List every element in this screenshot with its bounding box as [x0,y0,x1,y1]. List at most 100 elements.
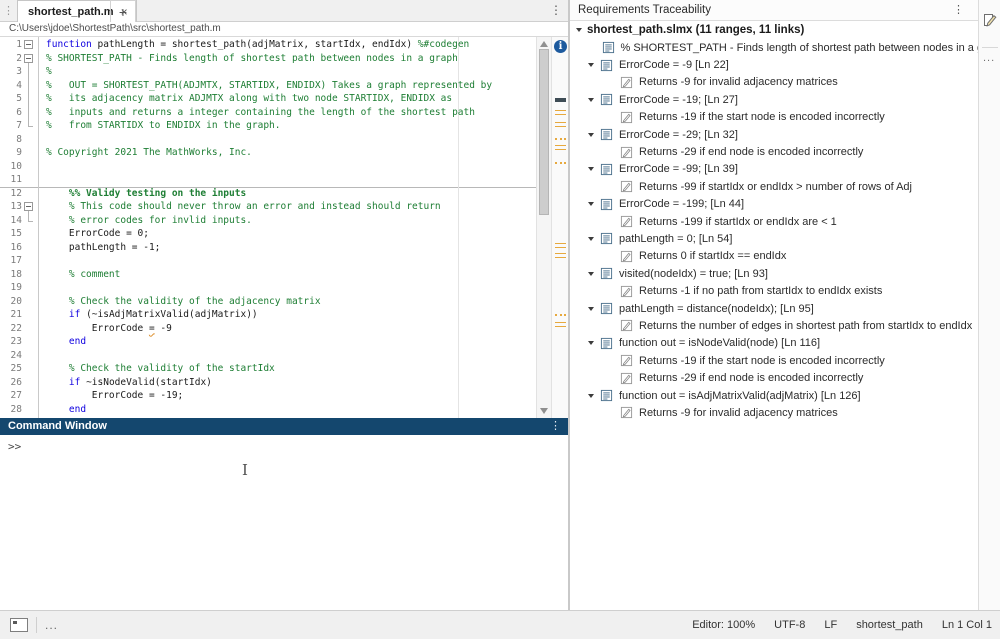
new-tab-button[interactable]: + [110,0,136,22]
line-number[interactable]: 1 [0,38,22,52]
tree-range-row[interactable]: pathLength = 0; [Ln 54] [570,230,978,247]
tree-root-row[interactable]: shortest_path.slmx (11 ranges, 11 links) [570,21,978,39]
code-line[interactable]: if (~isAdjMatrixValid(adjMatrix)) [46,308,492,322]
tree-range-row[interactable]: ErrorCode = -99; [Ln 39] [570,161,978,178]
code-line[interactable]: % inputs and returns a integer containin… [46,106,492,120]
tree-range-row[interactable]: function out = isNodeValid(node) [Ln 116… [570,335,978,352]
command-window-menu-icon[interactable]: ⋮ [550,418,561,435]
line-number[interactable]: 5 [0,92,22,106]
line-number[interactable]: 13 [0,200,22,214]
message-marker-warning[interactable] [555,253,566,258]
line-number[interactable]: 7 [0,119,22,133]
collapse-arrow-icon[interactable] [576,28,582,32]
tree-link-row[interactable]: Returns -29 if end node is encoded incor… [570,143,978,160]
line-number[interactable]: 25 [0,362,22,376]
code-line[interactable]: % SHORTEST_PATH - Finds length of shorte… [46,52,492,66]
code-line[interactable]: % from STARTIDX to ENDIDX in the graph. [46,119,492,133]
message-indicator-bar[interactable]: i [551,37,568,418]
editor-menu-icon[interactable]: ⋮ [550,3,562,17]
message-marker-warning[interactable] [555,136,566,140]
line-number[interactable]: 2 [0,52,22,66]
message-marker-warning[interactable] [555,160,566,164]
tree-range-row[interactable]: ErrorCode = -29; [Ln 32] [570,126,978,143]
editor-scrollbar[interactable] [536,37,551,418]
tree-range-row[interactable]: % SHORTEST_PATH - Finds length of shorte… [570,39,978,56]
collapse-arrow-icon[interactable] [588,307,594,311]
code-line[interactable] [46,133,492,147]
tree-link-row[interactable]: Returns -9 for invalid adjacency matrice… [570,74,978,91]
code-line[interactable]: % Copyright 2021 The MathWorks, Inc. [46,146,492,160]
tab-overflow-icon[interactable]: ⋮ [3,3,14,19]
requirements-menu-icon[interactable]: ⋮ [953,0,964,20]
line-number[interactable]: 3 [0,65,22,79]
line-number[interactable]: 8 [0,133,22,147]
window-panel-icon[interactable] [10,618,28,632]
line-number[interactable]: 11 [0,173,22,187]
code-editor[interactable]: 1234567891011121314151617181920212223242… [0,37,568,418]
line-number[interactable]: 27 [0,389,22,403]
info-icon[interactable]: i [554,40,567,53]
code-line[interactable] [46,254,492,268]
code-line[interactable] [46,160,492,174]
line-number[interactable]: 28 [0,403,22,417]
line-number[interactable]: 14 [0,214,22,228]
code-line[interactable]: ErrorCode = -9 [46,322,492,336]
tree-range-row[interactable]: pathLength = distance(nodeIdx); [Ln 95] [570,300,978,317]
scroll-down-icon[interactable] [540,408,548,414]
line-number[interactable]: 4 [0,79,22,93]
line-number[interactable]: 19 [0,281,22,295]
tree-range-row[interactable]: visited(nodeIdx) = true; [Ln 93] [570,265,978,282]
editor-zoom[interactable]: Editor: 100% [692,619,755,631]
line-number[interactable]: 9 [0,146,22,160]
scroll-up-icon[interactable] [540,41,548,47]
message-marker-dark[interactable] [555,98,566,102]
code-line[interactable]: pathLength = -1; [46,241,492,255]
code-line[interactable]: % [46,65,492,79]
panel-more-icon[interactable]: ... [983,52,995,64]
tree-link-row[interactable]: Returns -99 if startIdx or endIdx > numb… [570,178,978,195]
code-fold-icon[interactable] [24,202,33,211]
code-line[interactable]: end [46,403,492,417]
message-marker-warning[interactable] [555,243,566,248]
message-marker-warning[interactable] [555,312,566,316]
collapse-arrow-icon[interactable] [588,167,594,171]
scrollbar-thumb[interactable] [539,49,549,215]
message-marker-warning[interactable] [555,122,566,127]
line-number[interactable]: 26 [0,376,22,390]
line-number[interactable]: 20 [0,295,22,309]
code-line[interactable]: if ~isNodeValid(startIdx) [46,376,492,390]
code-line[interactable]: %% Validy testing on the inputs [46,187,492,201]
collapse-arrow-icon[interactable] [588,341,594,345]
tree-link-row[interactable]: Returns -199 if startIdx or endIdx are <… [570,213,978,230]
line-number[interactable]: 16 [0,241,22,255]
tree-range-row[interactable]: ErrorCode = -9 [Ln 22] [570,56,978,73]
code-line[interactable]: % error codes for invlid inputs. [46,214,492,228]
code-line[interactable] [46,173,492,187]
tree-link-row[interactable]: Returns -9 for invalid adjacency matrice… [570,404,978,421]
collapse-arrow-icon[interactable] [588,63,594,67]
line-number[interactable]: 12 [0,187,22,201]
collapse-arrow-icon[interactable] [588,272,594,276]
code-fold-icon[interactable] [24,54,33,63]
code-line[interactable]: ErrorCode = -19; [46,389,492,403]
encoding-indicator[interactable]: UTF-8 [774,619,805,631]
tree-range-row[interactable]: ErrorCode = -199; [Ln 44] [570,196,978,213]
message-marker-warning[interactable] [555,110,566,115]
line-number[interactable]: 24 [0,349,22,363]
tree-link-row[interactable]: Returns -29 if end node is encoded incor… [570,369,978,386]
collapse-arrow-icon[interactable] [588,133,594,137]
message-marker-warning[interactable] [555,145,566,150]
line-number[interactable]: 6 [0,106,22,120]
line-number[interactable]: 18 [0,268,22,282]
status-more-icon[interactable]: ... [45,618,58,632]
message-marker-warning[interactable] [555,322,566,327]
code-line[interactable]: % comment [46,268,492,282]
line-number[interactable]: 17 [0,254,22,268]
code-line[interactable]: % OUT = SHORTEST_PATH(ADJMTX, STARTIDX, … [46,79,492,93]
tree-link-row[interactable]: Returns the number of edges in shortest … [570,317,978,334]
collapse-arrow-icon[interactable] [588,394,594,398]
tree-range-row[interactable]: function out = isAdjMatrixValid(adjMatri… [570,387,978,404]
command-window[interactable]: >> I [0,435,568,610]
code-line[interactable]: % its adjacency matrix ADJMTX along with… [46,92,492,106]
annotate-icon[interactable] [982,12,998,33]
